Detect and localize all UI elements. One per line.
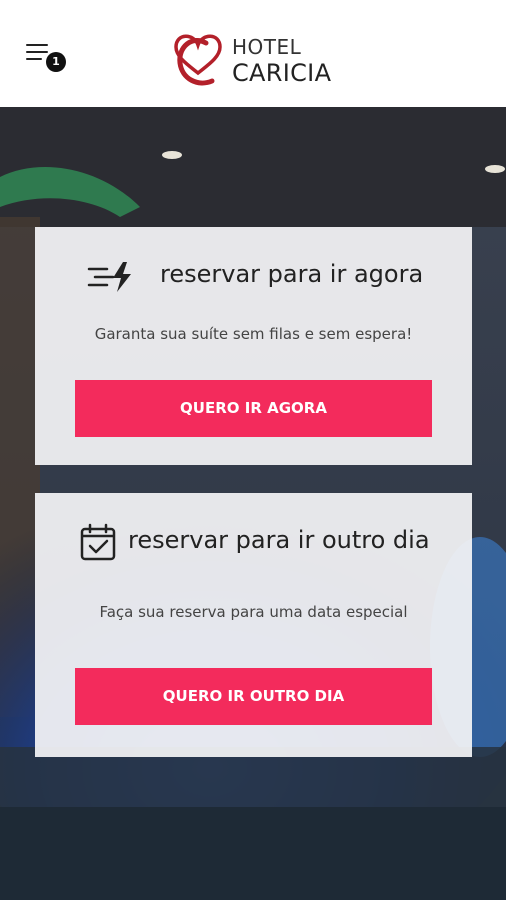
heart-c-logo-icon [174,34,222,86]
card-subtitle: Garanta sua suíte sem filas e sem espera… [94,325,413,343]
fast-lightning-icon [87,262,131,292]
card-title: reservar para ir agora [160,260,424,288]
card-title: reservar para ir outro dia [128,526,430,554]
card-subtitle: Faça sua reserva para uma data especial [99,603,408,621]
logo-text-hotel: HOTEL [232,35,302,59]
logo-text-caricia: CARICIA [232,59,332,87]
hotel-logo[interactable]: HOTEL CARICIA [170,27,340,91]
menu-icon-bar [26,58,42,60]
reserve-now-card: reservar para ir agora Garanta sua suíte… [35,227,472,465]
app-header: 1 HOTEL CARICIA [0,0,506,107]
menu-icon-bar [26,51,48,53]
menu-icon-bar [26,44,48,46]
reserve-other-day-card: reservar para ir outro dia Faça sua rese… [35,493,472,757]
go-other-day-button[interactable]: QUERO IR OUTRO DIA [75,668,432,725]
go-now-button[interactable]: QUERO IR AGORA [75,380,432,437]
notification-badge: 1 [46,52,66,72]
calendar-check-icon [80,523,116,561]
menu-button[interactable]: 1 [22,40,68,74]
